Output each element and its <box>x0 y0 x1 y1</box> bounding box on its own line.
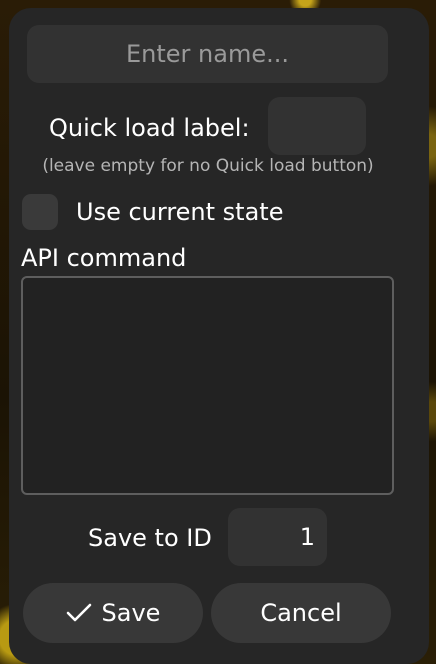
quick-load-label-input[interactable] <box>268 97 366 155</box>
api-command-textarea[interactable] <box>21 276 394 495</box>
use-current-state-checkbox[interactable] <box>22 194 58 230</box>
use-current-state-label: Use current state <box>76 198 284 226</box>
save-button[interactable]: Save <box>23 583 203 643</box>
save-to-id-label: Save to ID <box>88 524 212 552</box>
quick-load-label: Quick load label: <box>49 114 250 142</box>
quick-load-hint: (leave empty for no Quick load button) <box>42 156 374 176</box>
api-command-label: API command <box>21 244 187 272</box>
use-current-state-row[interactable]: Use current state <box>22 194 283 230</box>
save-button-label: Save <box>101 599 161 627</box>
save-preset-dialog: Quick load label: (leave empty for no Qu… <box>9 8 429 664</box>
cancel-button[interactable]: Cancel <box>211 583 391 643</box>
name-input[interactable] <box>27 25 388 83</box>
cancel-button-label: Cancel <box>260 599 342 627</box>
save-to-id-input[interactable] <box>228 508 327 566</box>
check-icon <box>66 603 91 622</box>
